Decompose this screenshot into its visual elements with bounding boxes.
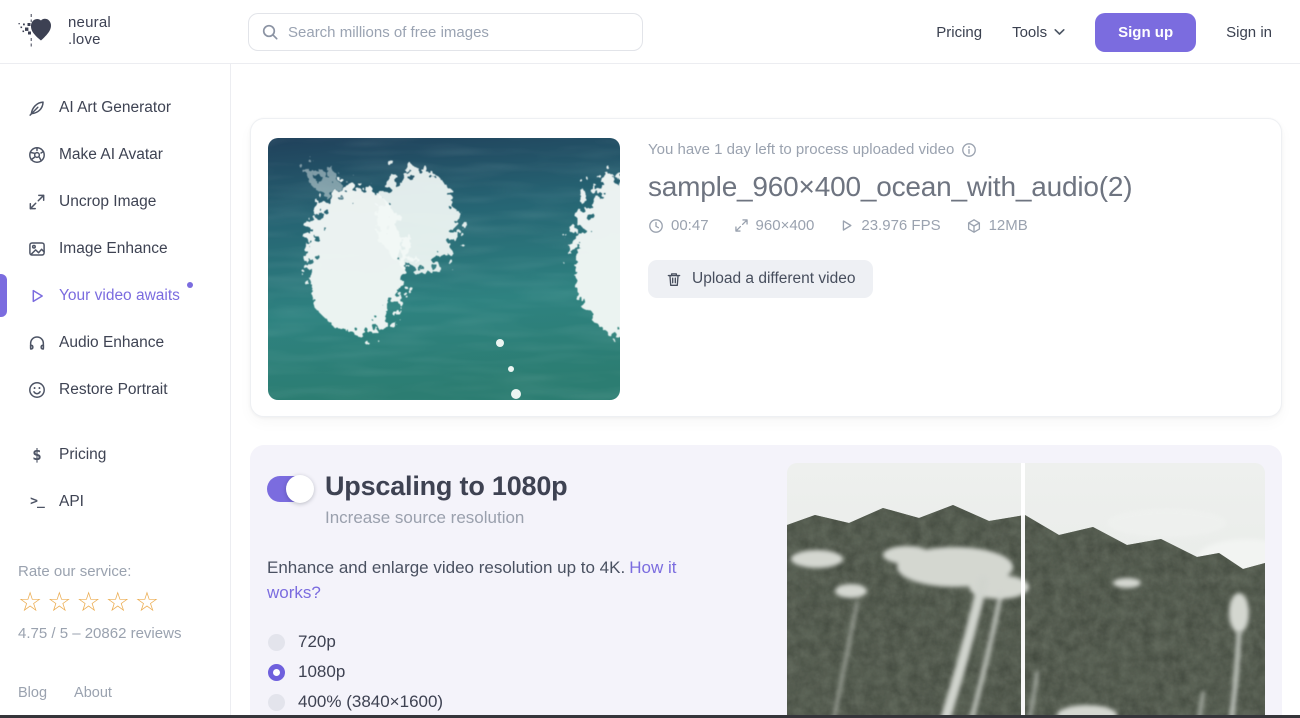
sidebar-footer: Blog About bbox=[18, 685, 112, 701]
upscale-heading: Upscaling to 1080p bbox=[325, 471, 567, 502]
info-icon[interactable] bbox=[961, 142, 977, 158]
upscale-subheading: Increase source resolution bbox=[325, 508, 567, 528]
sidebar-item-make-ai-avatar[interactable]: Make AI Avatar bbox=[0, 131, 230, 178]
image-icon bbox=[28, 240, 46, 258]
filesize-meta: 12MB bbox=[966, 217, 1028, 234]
sidebar-item-label: Make AI Avatar bbox=[59, 146, 163, 164]
video-title: sample_960×400_ocean_with_audio(2) bbox=[648, 171, 1261, 203]
sidebar-secondary-list: $ Pricing >_ API bbox=[0, 431, 230, 525]
sidebar-item-label: Restore Portrait bbox=[59, 381, 168, 399]
search-bar[interactable] bbox=[248, 13, 643, 51]
radio-selected[interactable] bbox=[268, 664, 285, 681]
rating-summary: 4.75 / 5 – 20862 reviews bbox=[18, 625, 230, 642]
sidebar-item-uncrop-image[interactable]: Uncrop Image bbox=[0, 178, 230, 225]
search-input[interactable] bbox=[288, 24, 630, 41]
trash-icon bbox=[666, 271, 682, 288]
chevron-down-icon bbox=[1054, 28, 1065, 36]
sidebar-item-label: Audio Enhance bbox=[59, 334, 164, 352]
clock-icon bbox=[648, 218, 664, 234]
sidebar-item-label: Pricing bbox=[59, 446, 106, 464]
logo-text: neural .love bbox=[68, 15, 111, 49]
rating-block: Rate our service: 4.75 / 5 – 20862 revie… bbox=[18, 563, 230, 642]
sidebar-item-ai-art-generator[interactable]: AI Art Generator bbox=[0, 84, 230, 131]
play-outline-icon bbox=[839, 218, 854, 233]
terminal-icon: >_ bbox=[28, 494, 46, 509]
main-content: You have 1 day left to process uploaded … bbox=[232, 64, 1300, 718]
nav-tools[interactable]: Tools bbox=[1012, 24, 1065, 41]
expand-icon bbox=[28, 193, 46, 211]
blog-link[interactable]: Blog bbox=[18, 685, 47, 701]
expiry-notice: You have 1 day left to process uploaded … bbox=[648, 141, 1261, 158]
duration-meta: 00:47 bbox=[648, 217, 709, 234]
sidebar-item-image-enhance[interactable]: Image Enhance bbox=[0, 225, 230, 272]
star-icon[interactable] bbox=[135, 589, 159, 616]
header-nav: Pricing Tools Sign up Sign in bbox=[936, 0, 1300, 64]
notification-dot bbox=[187, 282, 193, 288]
feather-icon bbox=[28, 99, 46, 117]
toggle-knob bbox=[286, 475, 314, 503]
sidebar-item-label: Image Enhance bbox=[59, 240, 168, 258]
upload-different-video-button[interactable]: Upload a different video bbox=[648, 260, 873, 298]
sidebar-item-restore-portrait[interactable]: Restore Portrait bbox=[0, 366, 230, 413]
sidebar: AI Art Generator Make AI Avatar Uncrop I… bbox=[0, 64, 231, 715]
heart-logo-icon bbox=[16, 12, 60, 52]
video-info-column: You have 1 day left to process uploaded … bbox=[648, 141, 1261, 298]
before-after-comparison-image[interactable] bbox=[787, 463, 1265, 718]
headphones-icon bbox=[28, 334, 46, 352]
signin-link[interactable]: Sign in bbox=[1226, 24, 1272, 41]
sidebar-item-label: API bbox=[59, 493, 84, 511]
about-link[interactable]: About bbox=[74, 685, 112, 701]
sidebar-item-label: Uncrop Image bbox=[59, 193, 156, 211]
nav-pricing[interactable]: Pricing bbox=[936, 24, 982, 41]
video-meta-row: 00:47 960×400 bbox=[648, 217, 1261, 234]
resolution-meta: 960×400 bbox=[734, 217, 815, 234]
signup-button[interactable]: Sign up bbox=[1095, 13, 1196, 52]
star-icon[interactable] bbox=[106, 589, 130, 616]
dollar-icon: $ bbox=[28, 445, 46, 464]
star-icon[interactable] bbox=[18, 589, 42, 616]
cube-icon bbox=[966, 218, 982, 234]
search-icon bbox=[261, 23, 279, 41]
smiley-icon bbox=[28, 381, 46, 399]
avatar-icon bbox=[28, 146, 46, 164]
play-icon bbox=[28, 287, 46, 305]
sidebar-item-your-video-awaits[interactable]: Your video awaits bbox=[0, 272, 230, 319]
upscale-toggle[interactable] bbox=[267, 476, 311, 502]
rating-prompt: Rate our service: bbox=[18, 563, 230, 580]
star-icon[interactable] bbox=[47, 589, 71, 616]
star-icon[interactable] bbox=[76, 589, 100, 616]
star-rating bbox=[18, 589, 230, 616]
sidebar-item-api[interactable]: >_ API bbox=[0, 478, 230, 525]
logo[interactable]: neural .love bbox=[16, 12, 111, 52]
active-indicator-bar bbox=[0, 274, 7, 317]
video-card: You have 1 day left to process uploaded … bbox=[250, 118, 1282, 417]
radio-unselected[interactable] bbox=[268, 694, 285, 711]
sidebar-tools-list: AI Art Generator Make AI Avatar Uncrop I… bbox=[0, 64, 230, 642]
header: neural .love Pricing Tools Sign up Sign … bbox=[0, 0, 1300, 64]
upscale-description: Enhance and enlarge video resolution up … bbox=[267, 556, 699, 605]
video-thumbnail[interactable] bbox=[268, 138, 620, 400]
sidebar-item-audio-enhance[interactable]: Audio Enhance bbox=[0, 319, 230, 366]
sidebar-item-label: AI Art Generator bbox=[59, 99, 171, 117]
upscale-card: Upscaling to 1080p Increase source resol… bbox=[250, 445, 1282, 718]
sidebar-item-label: Your video awaits bbox=[59, 287, 180, 305]
sidebar-item-pricing[interactable]: $ Pricing bbox=[0, 431, 230, 478]
radio-unselected[interactable] bbox=[268, 634, 285, 651]
resize-arrows-icon bbox=[734, 218, 749, 233]
fps-meta: 23.976 FPS bbox=[839, 217, 940, 234]
